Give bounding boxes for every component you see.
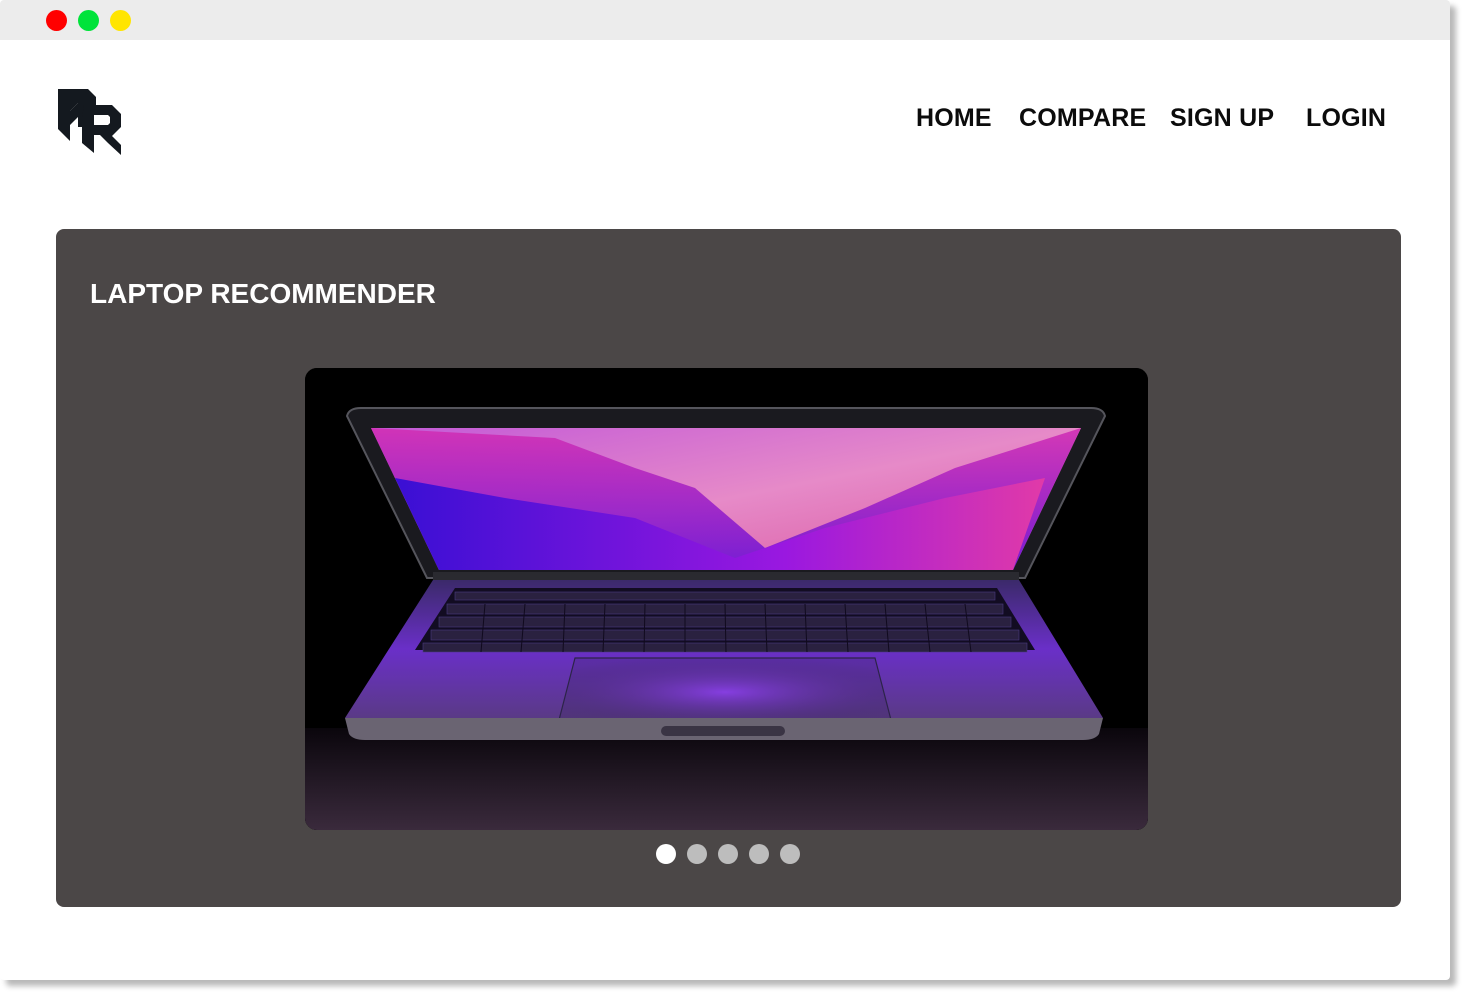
nav-home-link[interactable]: HOME bbox=[916, 104, 992, 133]
close-window-button[interactable] bbox=[46, 10, 67, 31]
carousel-dot-5[interactable] bbox=[780, 844, 800, 864]
nav-login-link[interactable]: LOGIN bbox=[1306, 104, 1386, 133]
carousel-dot-1[interactable] bbox=[656, 844, 676, 864]
carousel-dot-4[interactable] bbox=[749, 844, 769, 864]
carousel-dot-2[interactable] bbox=[687, 844, 707, 864]
nav-signup-link[interactable]: SIGN UP bbox=[1170, 104, 1274, 133]
carousel-dot-3[interactable] bbox=[718, 844, 738, 864]
window-titlebar bbox=[0, 0, 1450, 40]
pr-logo-icon[interactable] bbox=[56, 87, 124, 157]
nav-compare-link[interactable]: COMPARE bbox=[1019, 104, 1146, 133]
minimize-window-button[interactable] bbox=[110, 10, 131, 31]
hero-title: LAPTOP RECOMMENDER bbox=[90, 278, 436, 309]
maximize-window-button[interactable] bbox=[78, 10, 99, 31]
hero-panel: LAPTOP RECOMMENDER bbox=[56, 229, 1401, 907]
browser-window: HOME COMPARE SIGN UP LOGIN LAPTOP RECOMM… bbox=[0, 0, 1450, 980]
carousel-slide[interactable] bbox=[305, 368, 1148, 830]
laptop-photo bbox=[305, 368, 1148, 830]
